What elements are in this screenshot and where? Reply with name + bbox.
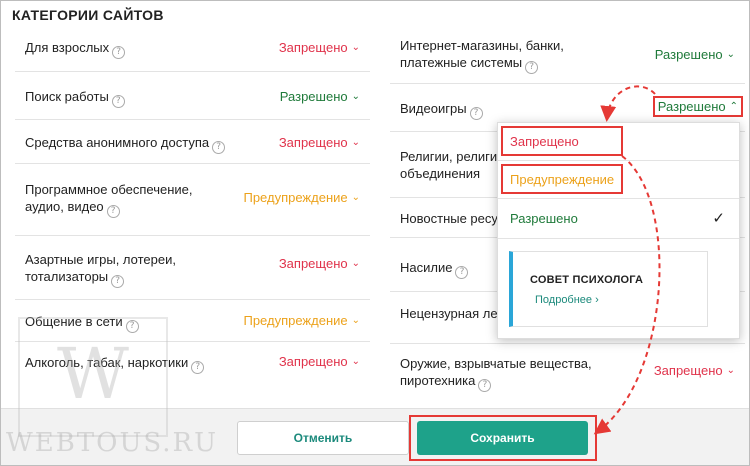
arrow-options-to-save bbox=[593, 155, 661, 435]
arrow-dropdown-to-options bbox=[600, 85, 656, 122]
annotation-arrows bbox=[593, 85, 661, 435]
